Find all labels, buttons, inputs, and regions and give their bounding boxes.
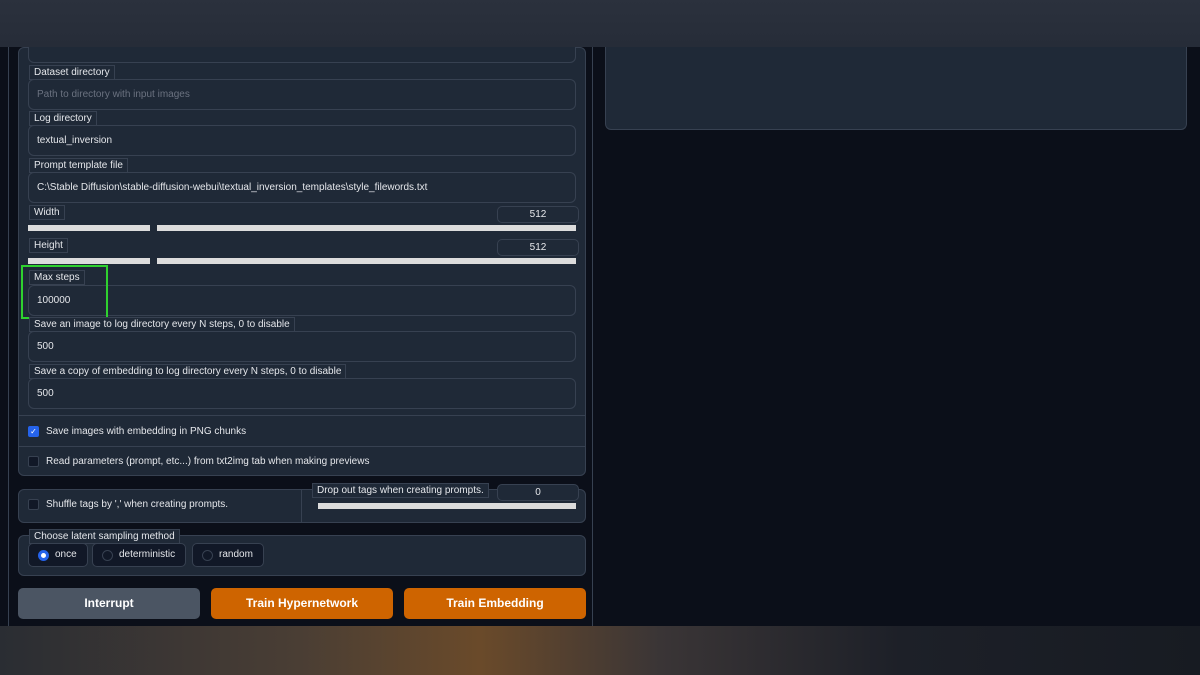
radio-label: once	[55, 549, 77, 560]
save-image-every-input[interactable]: 500	[28, 331, 576, 362]
radio-selected-icon	[38, 550, 49, 561]
width-slider-track[interactable]	[157, 225, 576, 231]
read-params-label: Read parameters (prompt, etc...) from tx…	[46, 456, 370, 467]
radio-icon	[202, 550, 213, 561]
radio-icon	[102, 550, 113, 561]
save-png-checkbox[interactable]: ✓	[28, 426, 39, 437]
height-slider-filled[interactable]	[28, 258, 150, 264]
save-embedding-every-label: Save a copy of embedding to log director…	[29, 364, 347, 379]
prompt-template-label: Prompt template file	[29, 158, 128, 173]
train-embedding-button[interactable]: Train Embedding	[404, 588, 586, 619]
width-slider-filled[interactable]	[28, 225, 150, 231]
radio-once[interactable]: once	[28, 543, 88, 567]
height-slider-track[interactable]	[157, 258, 576, 264]
radio-label: random	[219, 549, 253, 560]
radio-label: deterministic	[119, 549, 176, 560]
save-image-every-label: Save an image to log directory every N s…	[29, 317, 295, 332]
top-bar-overlay	[0, 0, 1200, 47]
height-label: Height	[29, 238, 68, 253]
save-png-label: Save images with embedding in PNG chunks	[46, 426, 247, 437]
dataset-directory-input[interactable]: Path to directory with input images	[28, 79, 576, 110]
save-embedding-every-input[interactable]: 500	[28, 378, 576, 409]
divider	[301, 489, 302, 523]
dataset-directory-label: Dataset directory	[29, 65, 115, 80]
shuffle-tags-checkbox[interactable]	[28, 499, 39, 510]
sampling-label: Choose latent sampling method	[29, 529, 180, 544]
dropout-number-input[interactable]: 0	[497, 484, 579, 501]
height-number-input[interactable]: 512	[497, 239, 579, 256]
dropout-slider[interactable]	[318, 503, 576, 509]
train-hypernetwork-button[interactable]: Train Hypernetwork	[211, 588, 393, 619]
dropout-label: Drop out tags when creating prompts.	[312, 483, 489, 498]
highlight-box	[21, 265, 108, 319]
read-params-checkbox[interactable]	[28, 456, 39, 467]
radio-deterministic[interactable]: deterministic	[92, 543, 187, 567]
divider	[18, 446, 586, 447]
log-directory-input[interactable]: textual_inversion	[28, 125, 576, 156]
output-panel	[605, 47, 1187, 130]
bottom-background	[0, 626, 1200, 675]
prompt-template-input[interactable]: C:\Stable Diffusion\stable-diffusion-web…	[28, 172, 576, 203]
divider	[18, 415, 586, 416]
interrupt-button[interactable]: Interrupt	[18, 588, 200, 619]
max-steps-input[interactable]: 100000	[28, 285, 576, 316]
width-number-input[interactable]: 512	[497, 206, 579, 223]
width-label: Width	[29, 205, 65, 220]
radio-random[interactable]: random	[192, 543, 264, 567]
log-directory-label: Log directory	[29, 111, 97, 126]
shuffle-tags-label: Shuffle tags by ',' when creating prompt…	[46, 499, 229, 510]
